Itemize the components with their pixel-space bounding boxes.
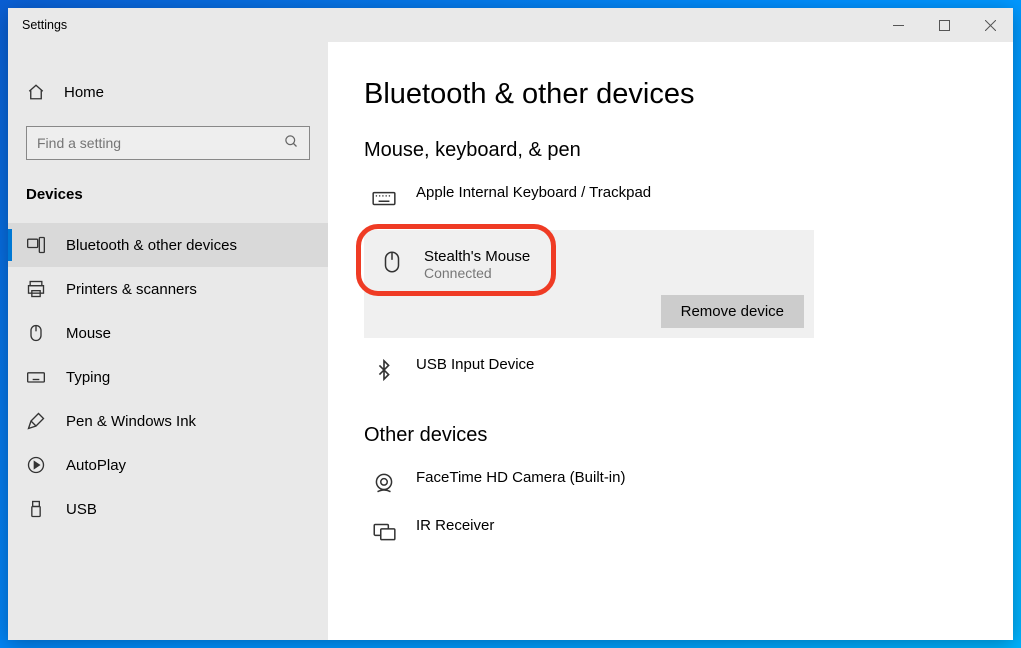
sidebar-item-mouse[interactable]: Mouse [8, 311, 328, 355]
sidebar-nav: Bluetooth & other devices Printers & sca… [8, 223, 328, 531]
device-facetime-camera[interactable]: FaceTime HD Camera (Built-in) [364, 459, 814, 507]
device-name: IR Receiver [416, 517, 494, 534]
sidebar: Home Devices Bluetooth & other devices [8, 42, 328, 640]
device-generic-icon [370, 517, 398, 545]
device-apple-keyboard[interactable]: Apple Internal Keyboard / Trackpad [364, 174, 814, 222]
sidebar-item-pen[interactable]: Pen & Windows Ink [8, 399, 328, 443]
usb-icon [26, 499, 46, 519]
device-stealth-mouse-card[interactable]: Stealth's Mouse Connected Remove device [364, 230, 814, 338]
mouse-icon [378, 248, 406, 276]
settings-window: Settings Home [8, 8, 1013, 640]
sidebar-item-label: Bluetooth & other devices [66, 237, 237, 254]
sidebar-item-usb[interactable]: USB [8, 487, 328, 531]
close-button[interactable] [967, 8, 1013, 42]
window-title: Settings [22, 18, 67, 32]
device-name: Stealth's Mouse [424, 248, 530, 265]
sidebar-item-label: USB [66, 501, 97, 518]
search-box[interactable] [26, 126, 310, 160]
minimize-button[interactable] [875, 8, 921, 42]
window-controls [875, 8, 1013, 42]
remove-device-button[interactable]: Remove device [661, 295, 804, 328]
home-link[interactable]: Home [8, 72, 328, 112]
keyboard-icon [370, 184, 398, 212]
sidebar-item-typing[interactable]: Typing [8, 355, 328, 399]
sidebar-item-label: Pen & Windows Ink [66, 413, 196, 430]
sidebar-item-printers[interactable]: Printers & scanners [8, 267, 328, 311]
sidebar-item-label: Printers & scanners [66, 281, 197, 298]
sidebar-item-autoplay[interactable]: AutoPlay [8, 443, 328, 487]
devices-icon [26, 235, 46, 255]
titlebar: Settings [8, 8, 1013, 42]
home-label: Home [64, 84, 104, 101]
camera-icon [370, 469, 398, 497]
device-name: Apple Internal Keyboard / Trackpad [416, 184, 651, 201]
section-title-other-devices: Other devices [364, 424, 1013, 447]
sidebar-item-label: Mouse [66, 325, 111, 342]
sidebar-item-label: Typing [66, 369, 110, 386]
bluetooth-icon [370, 356, 398, 384]
sidebar-section-label: Devices [8, 168, 328, 213]
section-title-mouse-keyboard-pen: Mouse, keyboard, & pen [364, 139, 1013, 162]
device-status: Connected [424, 265, 530, 281]
keyboard-icon [26, 367, 46, 387]
main-content: Bluetooth & other devices Mouse, keyboar… [328, 42, 1013, 640]
search-input[interactable] [37, 135, 284, 151]
mouse-icon [26, 323, 46, 343]
pen-icon [26, 411, 46, 431]
device-name: USB Input Device [416, 356, 534, 373]
maximize-button[interactable] [921, 8, 967, 42]
autoplay-icon [26, 455, 46, 475]
device-ir-receiver[interactable]: IR Receiver [364, 507, 814, 555]
sidebar-item-label: AutoPlay [66, 457, 126, 474]
search-icon [284, 134, 299, 152]
sidebar-item-bluetooth[interactable]: Bluetooth & other devices [8, 223, 328, 267]
page-title: Bluetooth & other devices [364, 78, 1013, 111]
home-icon [26, 82, 46, 102]
printer-icon [26, 279, 46, 299]
device-name: FaceTime HD Camera (Built-in) [416, 469, 625, 486]
device-usb-input[interactable]: USB Input Device [364, 346, 814, 394]
